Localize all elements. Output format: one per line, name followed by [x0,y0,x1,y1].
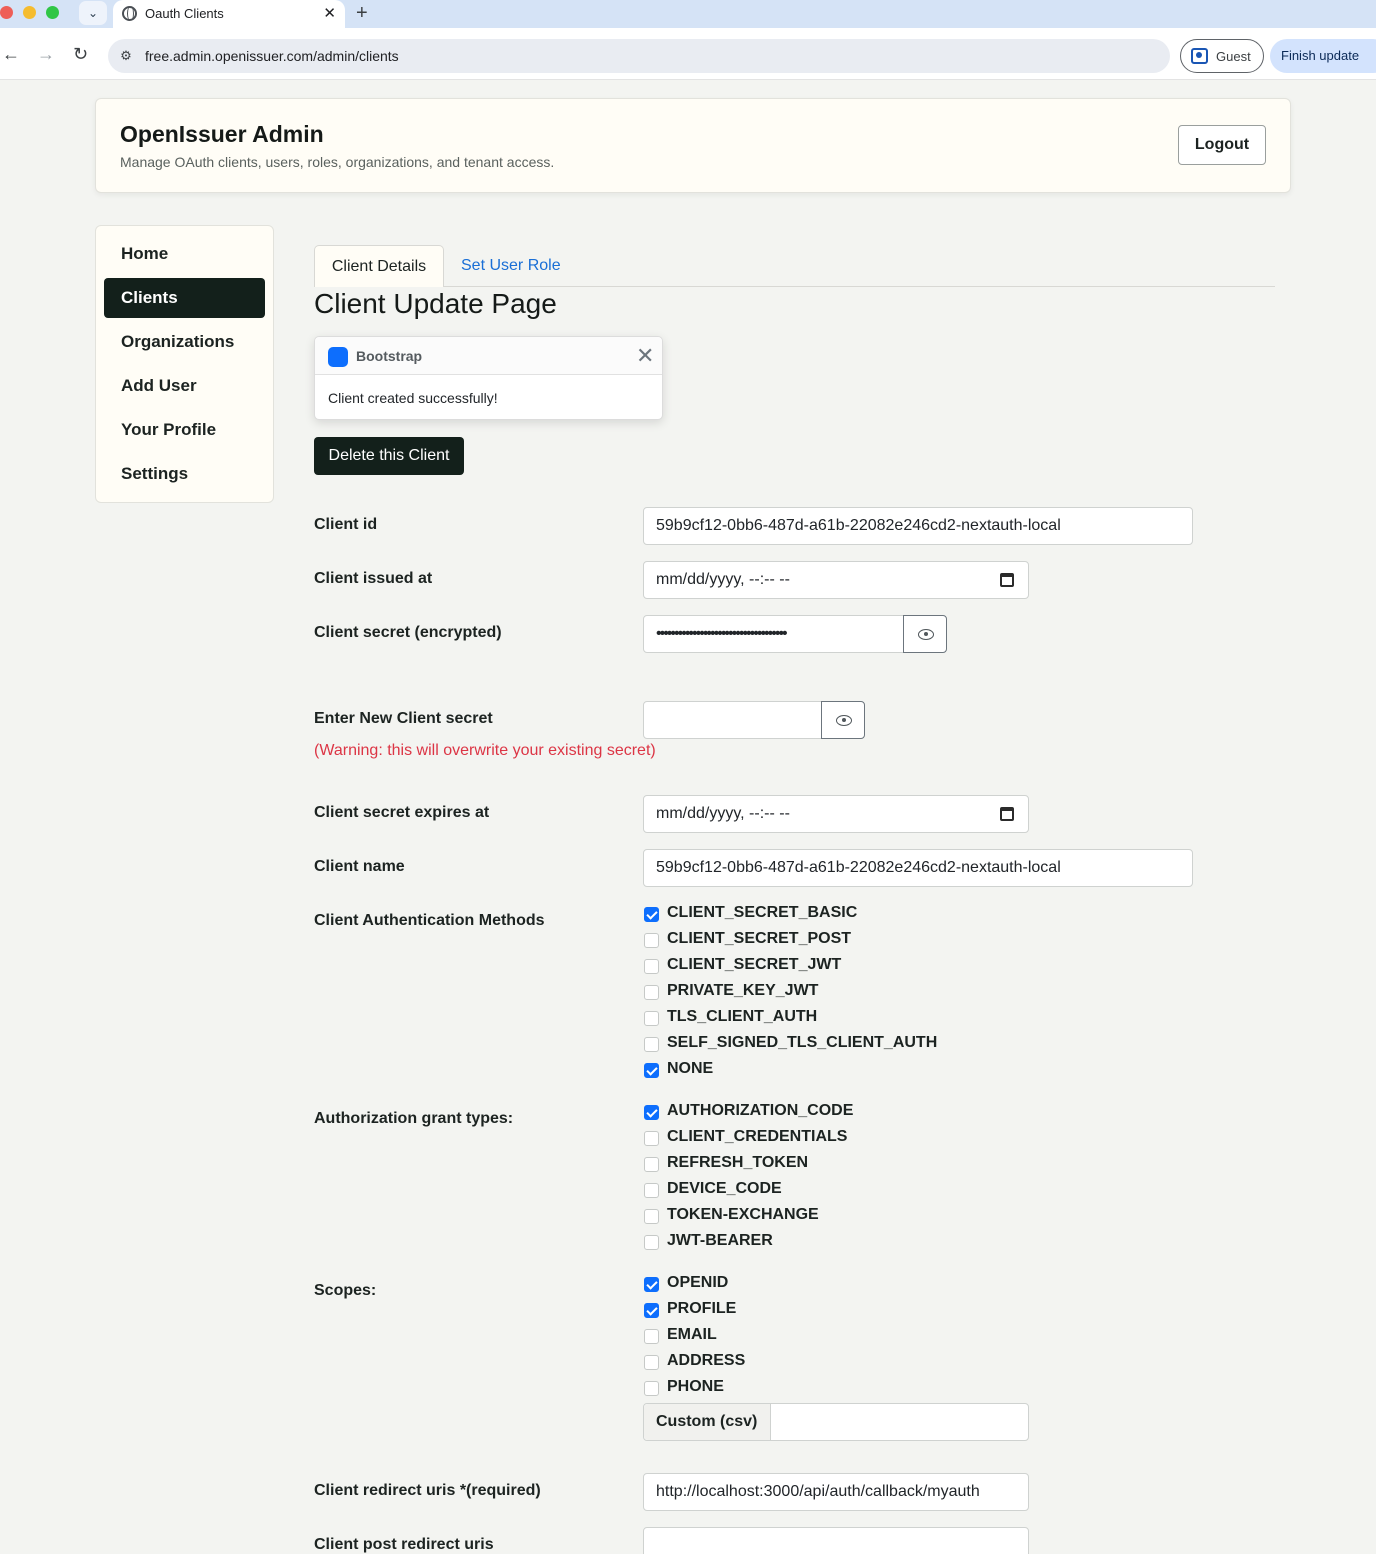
browser-tab-bar: ⌄ Oauth Clients ✕ + [0,0,1376,28]
checkbox[interactable] [644,1011,659,1026]
guest-label: Guest [1216,49,1251,64]
checkbox[interactable] [644,933,659,948]
app-title: OpenIssuer Admin [120,121,324,147]
checkbox[interactable] [644,1277,659,1292]
redirect-uris-input[interactable]: http://localhost:3000/api/auth/callback/… [643,1473,1029,1511]
app-header: OpenIssuer Admin Manage OAuth clients, u… [95,98,1291,193]
checkbox[interactable] [644,1157,659,1172]
sidebar-item-your-profile[interactable]: Your Profile [104,410,265,450]
close-window-button[interactable] [0,6,13,19]
close-icon[interactable]: ✕ [636,343,654,369]
sidebar-item-home[interactable]: Home [104,234,265,274]
eye-icon [918,629,934,640]
toast-title: Bootstrap [356,348,423,364]
checkbox[interactable] [644,1063,659,1078]
new-client-secret-label: Enter New Client secret [314,710,493,727]
client-issued-at-label: Client issued at [314,570,433,587]
toggle-secret-visibility-button[interactable] [903,615,947,653]
checkbox[interactable] [644,1209,659,1224]
post-redirect-uris-label: Client post redirect uris [314,1536,494,1553]
checkbox[interactable] [644,907,659,922]
checkbox[interactable] [644,1381,659,1396]
checkbox[interactable] [644,1037,659,1052]
logout-button[interactable]: Logout [1178,125,1266,165]
calendar-icon[interactable] [1000,573,1014,587]
new-tab-icon[interactable]: + [356,2,368,25]
sidebar-item-clients[interactable]: Clients [104,278,265,318]
tab-set-user-role[interactable]: Set User Role [461,257,561,275]
finish-update-label: Finish update [1281,48,1360,63]
custom-scopes-input[interactable] [772,1404,1028,1440]
issued-at-placeholder: mm/dd/yyyy, --:-- -- [656,571,790,588]
new-client-secret-input[interactable] [643,701,822,739]
secret-expires-label: Client secret expires at [314,804,490,821]
maximize-window-button[interactable] [46,6,59,19]
client-name-input[interactable]: 59b9cf12-0bb6-487d-a61b-22082e246cd2-nex… [643,849,1193,887]
checkbox[interactable] [644,1183,659,1198]
eye-icon [836,715,852,726]
redirect-uris-label: Client redirect uris *(required) [314,1482,541,1499]
sidebar-item-settings[interactable]: Settings [104,454,265,494]
person-icon [1191,48,1208,64]
url-text: free.admin.openissuer.com/admin/clients [145,48,399,64]
tab-title: Oauth Clients [145,6,224,21]
overwrite-warning: (Warning: this will overwrite your exist… [314,742,656,759]
checkbox[interactable] [644,1355,659,1370]
back-arrow-icon[interactable]: ← [2,44,20,65]
custom-scopes-addon: Custom (csv) [644,1404,771,1440]
client-name-label: Client name [314,858,405,875]
minimize-window-button[interactable] [23,6,36,19]
tab-client-details[interactable]: Client Details [314,245,444,287]
client-secret-input[interactable]: •••••••••••••••••••••••••••••••••••• [643,615,904,653]
close-icon[interactable]: ✕ [323,4,336,22]
forward-arrow-icon[interactable]: → [37,44,55,65]
tab-search-button[interactable]: ⌄ [79,1,107,25]
grant-types-label: Authorization grant types: [314,1110,514,1127]
secret-expires-input[interactable]: mm/dd/yyyy, --:-- -- [643,795,1029,833]
browser-tab[interactable]: Oauth Clients ✕ [113,0,345,28]
reload-icon[interactable]: ↻ [73,44,88,65]
toast-notification: Bootstrap ✕ Client created successfully! [314,336,663,420]
bootstrap-logo-icon [328,347,348,367]
checkbox[interactable] [644,1131,659,1146]
globe-icon [122,6,137,21]
toast-message: Client created successfully! [328,390,498,406]
client-issued-at-input[interactable]: mm/dd/yyyy, --:-- -- [643,561,1029,599]
chevron-down-icon: ⌄ [87,6,99,20]
address-bar[interactable]: ⚙ free.admin.openissuer.com/admin/client… [108,39,1170,73]
site-settings-icon[interactable]: ⚙ [118,48,134,64]
delete-client-button[interactable]: Delete this Client [314,437,464,475]
browser-toolbar: ← → ↻ ⚙ free.admin.openissuer.com/admin/… [0,28,1376,80]
checkbox[interactable] [644,985,659,1000]
sidebar-item-organizations[interactable]: Organizations [104,322,265,362]
checkbox[interactable] [644,1235,659,1250]
sidebar-item-add-user[interactable]: Add User [104,366,265,406]
sidebar: Home Clients Organizations Add User Your… [95,225,274,503]
checkbox[interactable] [644,1329,659,1344]
toast-header: Bootstrap ✕ [315,337,662,375]
checkbox[interactable] [644,959,659,974]
app-subtitle: Manage OAuth clients, users, roles, orga… [120,154,555,170]
post-redirect-uris-input[interactable] [643,1527,1029,1554]
calendar-icon[interactable] [1000,807,1014,821]
page-title: Client Update Page [314,288,557,319]
client-secret-label: Client secret (encrypted) [314,624,502,641]
checkbox[interactable] [644,1303,659,1318]
toggle-new-secret-visibility-button[interactable] [821,701,865,739]
tabs-divider [314,286,1275,287]
scopes-label: Scopes: [314,1282,377,1299]
client-id-input[interactable]: 59b9cf12-0bb6-487d-a61b-22082e246cd2-nex… [643,507,1193,545]
expires-at-placeholder: mm/dd/yyyy, --:-- -- [656,805,790,822]
auth-methods-label: Client Authentication Methods [314,912,545,929]
client-id-label: Client id [314,516,378,533]
checkbox[interactable] [644,1105,659,1120]
guest-profile-button[interactable]: Guest [1180,39,1264,73]
finish-update-button[interactable]: Finish update [1270,39,1376,73]
custom-scopes-group: Custom (csv) [643,1403,1029,1441]
